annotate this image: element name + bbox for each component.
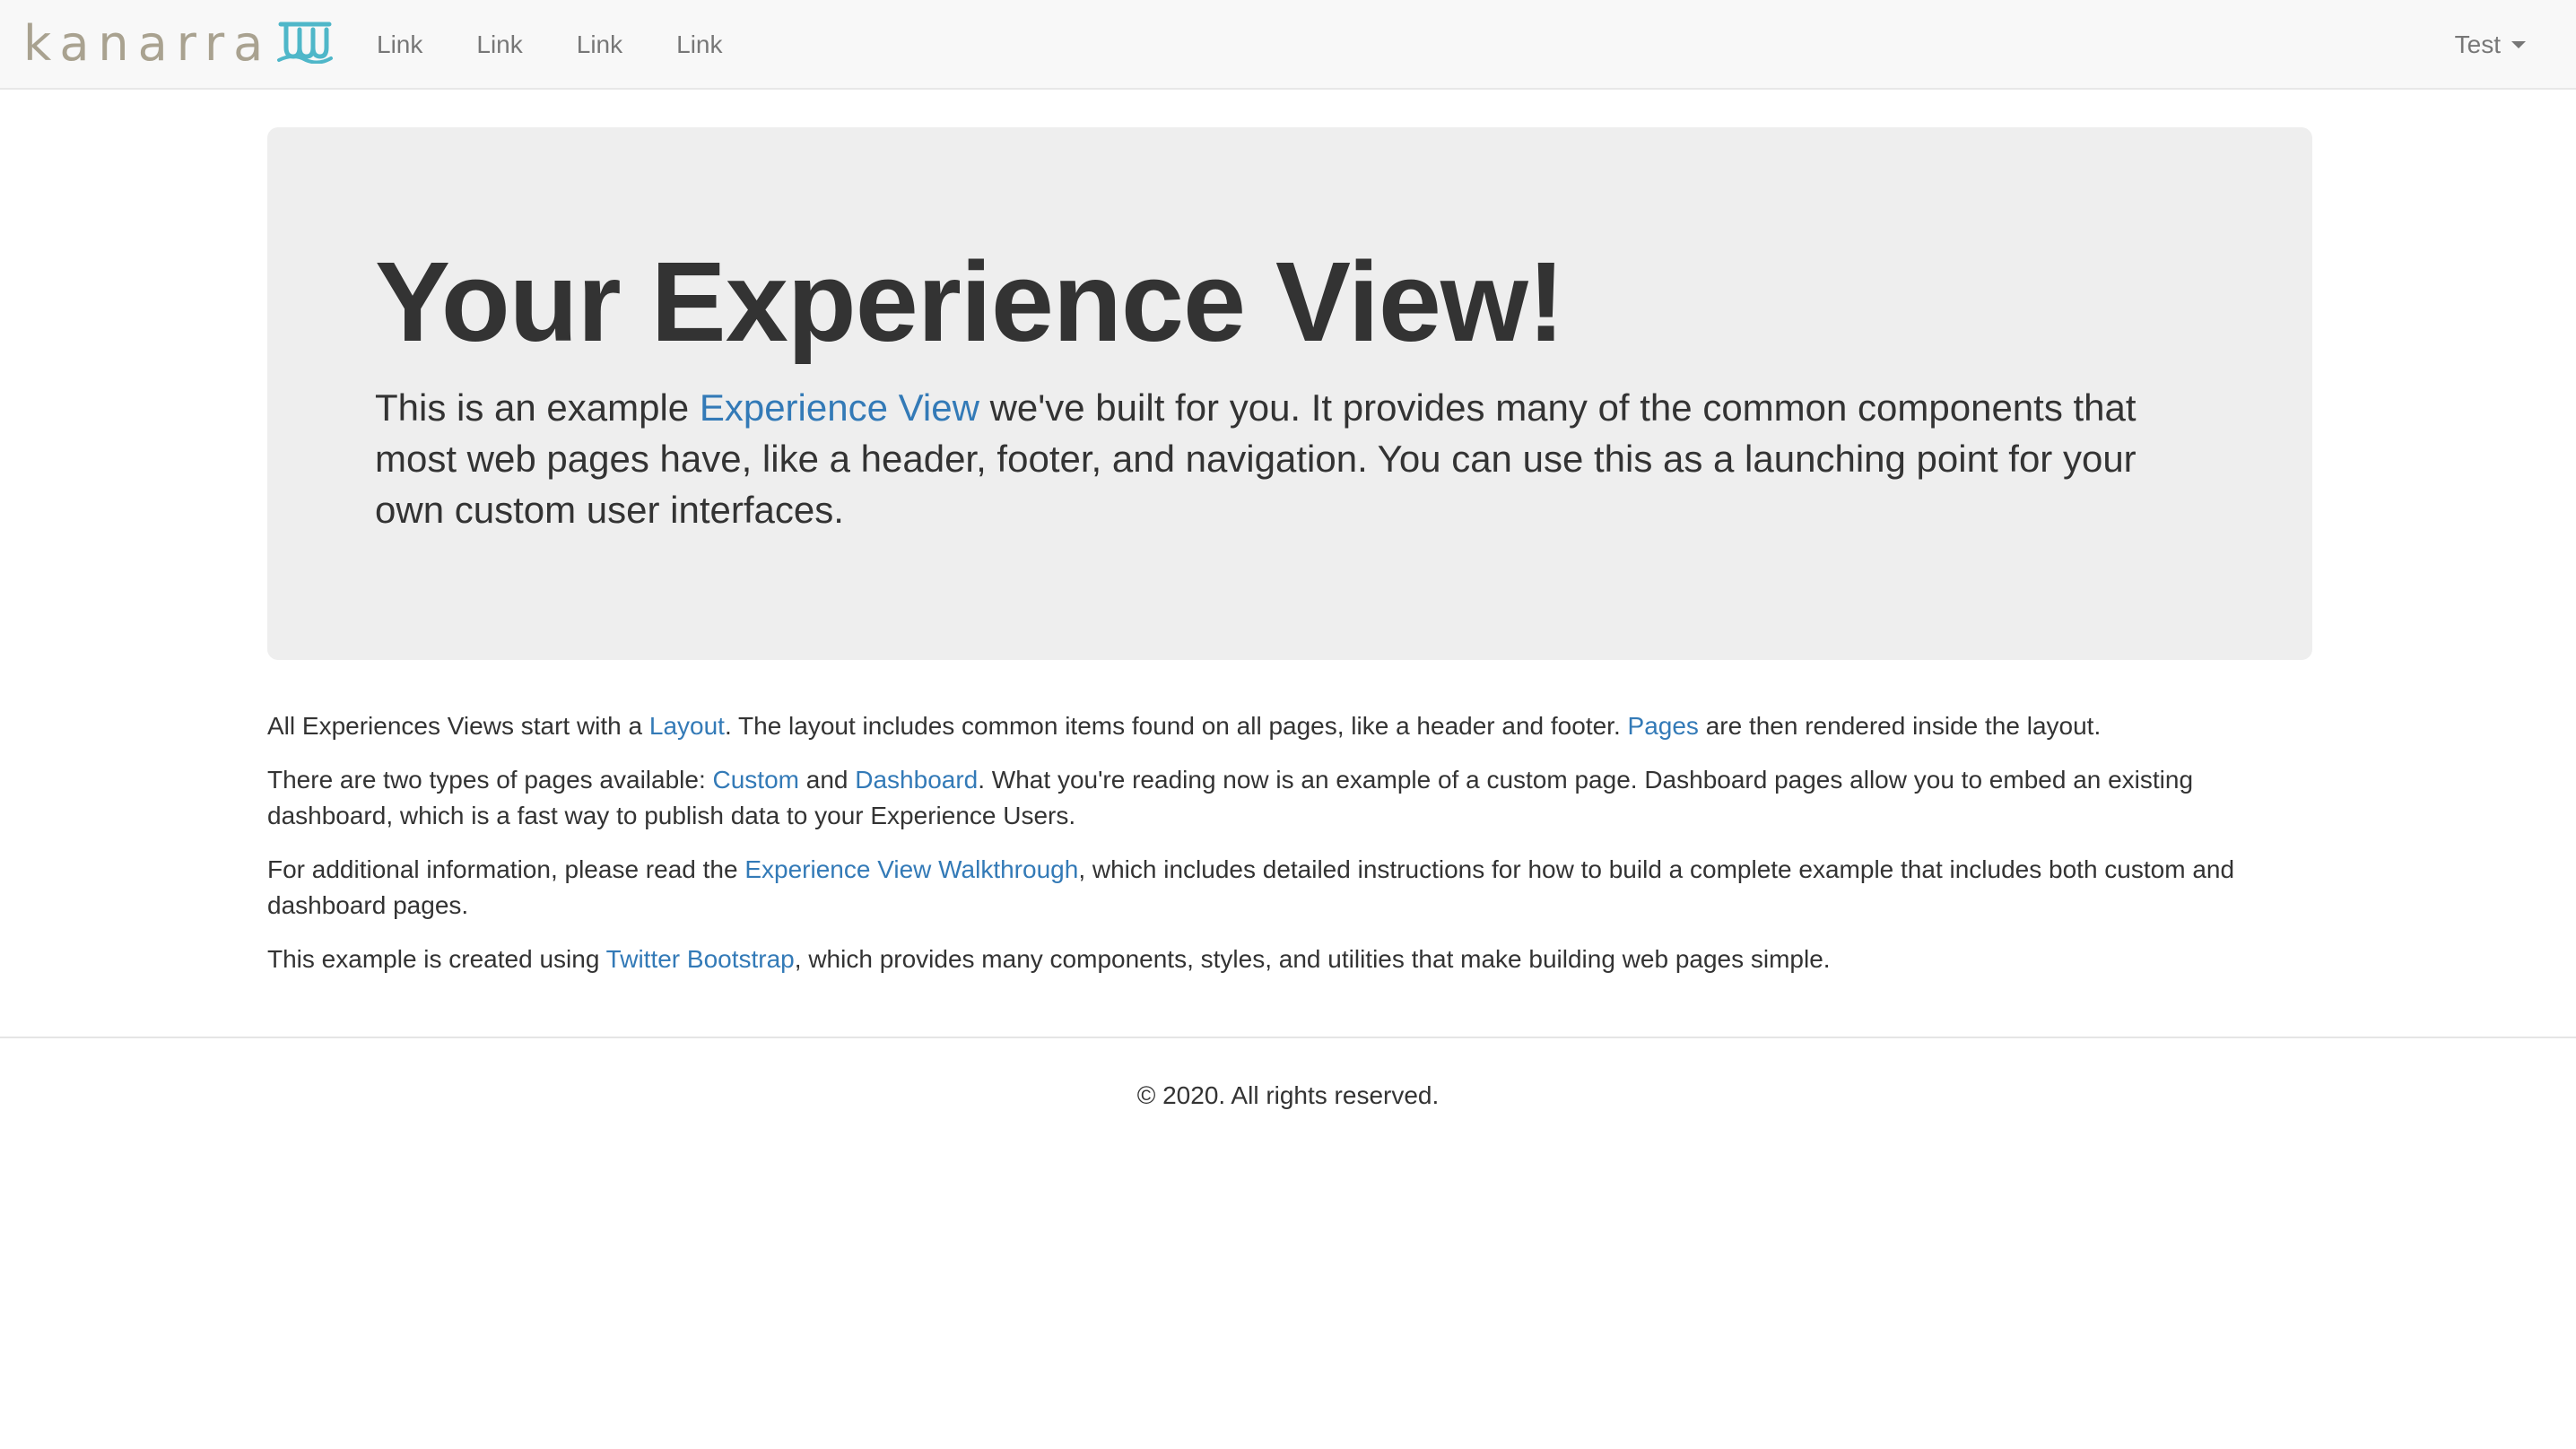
experience-view-link[interactable]: Experience View — [700, 386, 979, 429]
brand-logo[interactable]: kanarra — [23, 20, 335, 68]
p1-text-3: are then rendered inside the layout. — [1698, 712, 2102, 740]
page-footer: © 2020. All rights reserved. — [0, 1037, 2576, 1114]
paragraph-bootstrap: This example is created using Twitter Bo… — [267, 941, 2312, 977]
p2-text-2: and — [798, 766, 856, 794]
nav-link-2[interactable]: Link — [476, 0, 522, 90]
p4-text-1: This example is created using — [267, 945, 606, 973]
paragraph-page-types: There are two types of pages available: … — [267, 762, 2312, 834]
twitter-bootstrap-link[interactable]: Twitter Bootstrap — [606, 945, 795, 973]
p3-text-1: For additional information, please read … — [267, 855, 745, 883]
layout-link[interactable]: Layout — [649, 712, 725, 740]
paragraph-walkthrough: For additional information, please read … — [267, 852, 2312, 924]
nav-link-1[interactable]: Link — [377, 0, 422, 90]
main-content: All Experiences Views start with a Layou… — [267, 708, 2312, 995]
p2-text-1: There are two types of pages available: — [267, 766, 713, 794]
top-navbar: kanarra Link Link Link Link Test — [0, 0, 2576, 90]
p1-text-1: All Experiences Views start with a — [267, 712, 649, 740]
nav-link-3[interactable]: Link — [577, 0, 622, 90]
copyright-text: © 2020. All rights reserved. — [1136, 1081, 1440, 1109]
user-menu-dropdown[interactable]: Test — [2455, 0, 2526, 90]
kanarra-waves-icon — [275, 21, 335, 68]
user-menu-label: Test — [2454, 30, 2501, 58]
jumbotron: Your Experience View! This is an example… — [267, 127, 2312, 660]
nav-links: Link Link Link Link — [377, 0, 777, 90]
p1-text-2: . The layout includes common items found… — [724, 712, 1628, 740]
lead-text-1: This is an example — [375, 386, 700, 429]
page-title: Your Experience View! — [375, 239, 1565, 365]
dashboard-link[interactable]: Dashboard — [855, 766, 978, 794]
custom-link[interactable]: Custom — [713, 766, 799, 794]
walkthrough-link[interactable]: Experience View Walkthrough — [744, 855, 1078, 883]
pages-link[interactable]: Pages — [1628, 712, 1699, 740]
nav-link-4[interactable]: Link — [676, 0, 722, 90]
p4-text-2: , which provides many components, styles… — [794, 945, 1831, 973]
caret-down-icon — [2511, 41, 2526, 48]
jumbotron-lead: This is an example Experience View we've… — [375, 382, 2205, 535]
paragraph-layout: All Experiences Views start with a Layou… — [267, 708, 2312, 744]
brand-name: kanarra — [23, 15, 273, 72]
